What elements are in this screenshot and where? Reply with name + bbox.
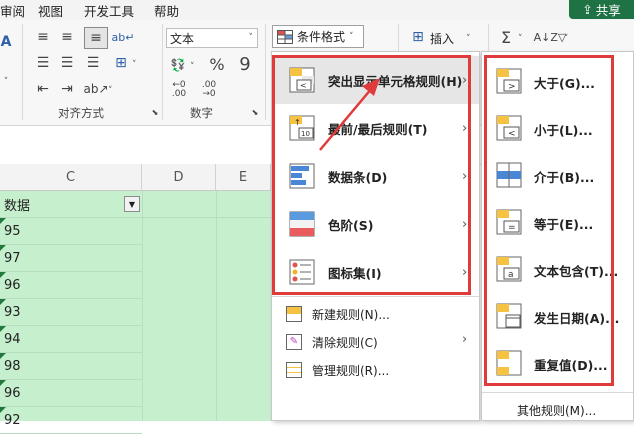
cell-value: 92	[4, 412, 21, 428]
chevron-right-icon: ›	[462, 332, 468, 347]
filter-dropdown-icon[interactable]: ▼	[124, 196, 140, 212]
table-row[interactable]: 94	[0, 326, 142, 353]
conditional-formatting-label: 条件格式	[297, 30, 346, 44]
separator	[162, 24, 163, 120]
accounting-dropdown-icon[interactable]: ˅	[190, 58, 195, 72]
increase-decimal-icon[interactable]: ←0.00	[168, 80, 190, 100]
insert-label[interactable]: 插入	[430, 30, 454, 47]
number-format-select[interactable]: 文本 ˅	[166, 28, 258, 48]
orientation-dropdown-icon[interactable]: ˅	[108, 82, 113, 96]
separator	[22, 24, 23, 120]
increase-indent-icon[interactable]: ⇥	[58, 80, 76, 98]
share-button[interactable]: ⇪ 共享	[569, 0, 634, 19]
new-rule-icon	[286, 306, 302, 322]
table-row[interactable]: 98	[0, 353, 142, 380]
orientation-icon[interactable]: ab↗	[83, 80, 108, 98]
align-bottom-icon[interactable]: ≡	[84, 27, 108, 49]
grid-line	[216, 191, 217, 421]
error-indicator-icon	[0, 380, 6, 386]
cell-value: 96	[4, 277, 21, 293]
error-indicator-icon	[0, 299, 6, 305]
error-indicator-icon	[0, 218, 6, 224]
error-indicator-icon	[0, 272, 6, 278]
comma-style-icon[interactable]: 9	[234, 54, 256, 75]
sort-dropdown-icon[interactable]: ˅	[564, 30, 569, 44]
align-middle-icon[interactable]: ≡	[58, 28, 76, 46]
menu-item-label: 管理规则(R)...	[312, 364, 390, 378]
wrap-text-icon[interactable]: ab↵	[112, 27, 135, 47]
table-row[interactable]: 97	[0, 245, 142, 272]
autosum-icon[interactable]: Σ	[497, 27, 515, 47]
manage-rules-icon	[286, 362, 302, 378]
menu-divider	[482, 392, 633, 393]
error-indicator-icon	[0, 353, 6, 359]
column-header-c[interactable]: C	[0, 164, 142, 191]
chevron-down-icon: ˅	[349, 31, 354, 42]
decrease-indent-icon[interactable]: ⇤	[34, 80, 52, 98]
conditional-formatting-icon	[277, 29, 293, 44]
grid-line	[142, 191, 143, 421]
annotation-box-submenu	[484, 55, 614, 386]
table-row[interactable]: 93	[0, 299, 142, 326]
merge-center-icon[interactable]: ⊞	[110, 54, 132, 72]
share-label: 共享	[595, 3, 621, 18]
cell-value: 94	[4, 331, 21, 347]
error-indicator-icon	[0, 326, 6, 332]
error-indicator-icon	[0, 245, 6, 251]
font-color-icon[interactable]: A	[0, 32, 12, 52]
annotation-arrow	[319, 78, 380, 151]
align-left-icon[interactable]: ☰	[34, 54, 52, 72]
tab-developer[interactable]: 开发工具	[84, 1, 134, 20]
alignment-launcher-icon[interactable]: ⬊	[150, 107, 160, 117]
menu-bar: 审阅 视图 开发工具 帮助 ⇪ 共享	[0, 0, 634, 20]
header-cell[interactable]: 数据 ▼	[0, 191, 142, 218]
menu-item-clear-rules[interactable]: ✎ 清除规则(C) ›	[272, 328, 479, 356]
alignment-group-label: 对齐方式	[58, 106, 104, 120]
number-launcher-icon[interactable]: ⬊	[250, 107, 260, 117]
percent-icon[interactable]: %	[206, 54, 228, 74]
insert-cells-icon[interactable]: ⊞	[408, 28, 428, 46]
menu-item-label: 清除规则(C)	[312, 336, 378, 350]
tab-help[interactable]: 帮助	[154, 1, 179, 20]
grid-line	[142, 217, 272, 218]
conditional-formatting-button[interactable]: 条件格式 ˅	[272, 25, 364, 48]
column-header-e[interactable]: E	[216, 164, 271, 191]
submenu-item-more-rules[interactable]: 其他规则(M)...	[517, 402, 596, 419]
menu-divider	[272, 296, 479, 297]
column-header-d[interactable]: D	[142, 164, 216, 191]
share-icon: ⇪	[582, 2, 593, 17]
menu-item-label: 新建规则(N)...	[312, 308, 390, 322]
table-row[interactable]: 96	[0, 272, 142, 299]
separator	[265, 24, 266, 120]
menu-item-manage-rules[interactable]: 管理规则(R)...	[272, 356, 479, 384]
autosum-dropdown-icon[interactable]: ˅	[518, 30, 523, 44]
font-dropdown-icon[interactable]: ˅	[0, 74, 12, 90]
table-row[interactable]: 96	[0, 380, 142, 407]
sort-filter-icon[interactable]: A↓Z▽	[534, 27, 567, 47]
eraser-icon: ✎	[286, 334, 302, 350]
error-indicator-icon	[0, 407, 6, 413]
number-group-label: 数字	[190, 106, 213, 120]
cell-value: 93	[4, 304, 21, 320]
chevron-down-icon: ˅	[248, 33, 254, 43]
insert-dropdown-icon[interactable]: ˅	[466, 30, 471, 44]
cell-value: 98	[4, 358, 21, 374]
merge-dropdown-icon[interactable]: ˅	[132, 56, 137, 70]
cell-value: 97	[4, 250, 21, 266]
decrease-decimal-icon[interactable]: .00 →0	[198, 80, 220, 100]
header-cell-text: 数据	[4, 198, 31, 214]
accounting-format-icon[interactable]: 💱	[168, 56, 188, 74]
table-row[interactable]: 95	[0, 218, 142, 245]
align-center-icon[interactable]: ☰	[58, 54, 76, 72]
align-top-icon[interactable]: ≡	[34, 28, 52, 46]
tab-review[interactable]: 审阅	[0, 1, 25, 20]
cell-value: 95	[4, 223, 21, 239]
tab-view[interactable]: 视图	[38, 1, 63, 20]
cell-value: 96	[4, 385, 21, 401]
align-right-icon[interactable]: ☰	[84, 54, 102, 72]
menu-item-new-rule[interactable]: 新建规则(N)...	[272, 300, 479, 328]
number-format-value: 文本	[170, 31, 195, 46]
